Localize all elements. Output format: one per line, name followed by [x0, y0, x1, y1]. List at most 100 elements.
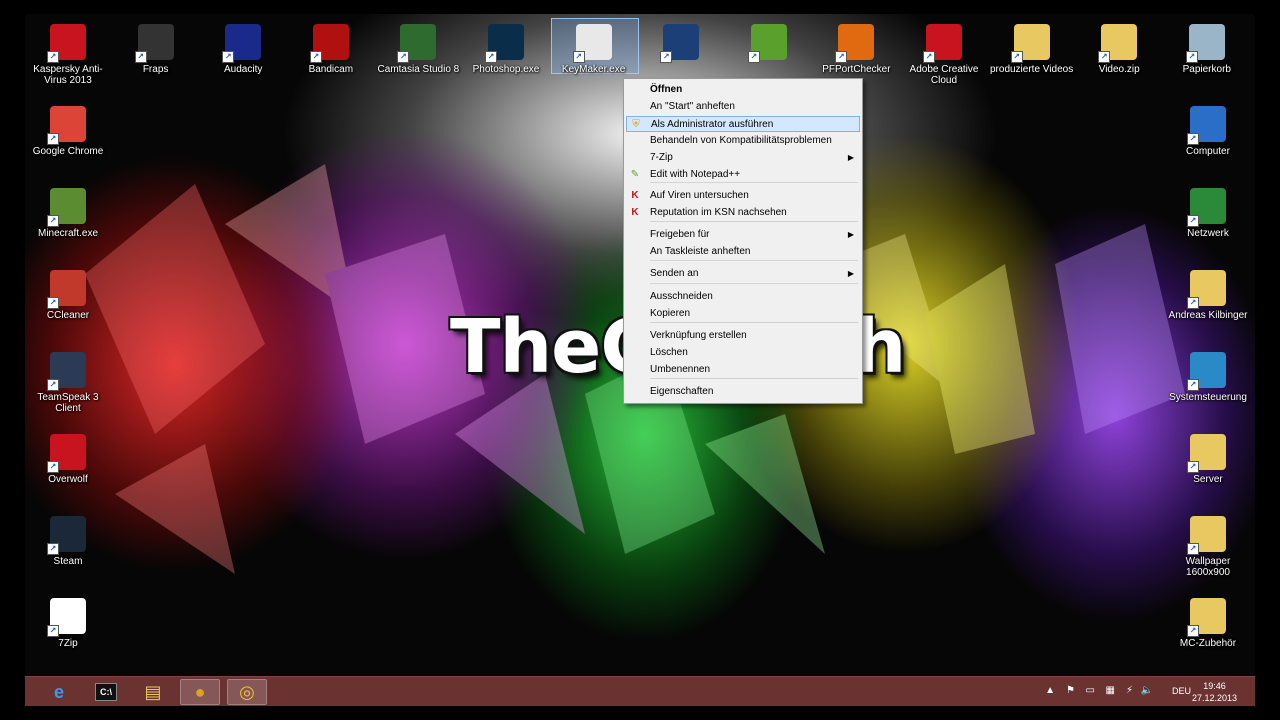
language-indicator[interactable]: DEU: [1172, 686, 1191, 696]
menu-item[interactable]: K Auf Viren untersuchen: [626, 188, 860, 204]
submenu-arrow-icon: ▶: [847, 153, 854, 162]
desktop-icon[interactable]: ↗ PFPortChecker: [813, 18, 899, 75]
menu-item[interactable]: ✎ Edit with Notepad++: [626, 167, 860, 183]
menu-item-label: An "Start" anheften: [650, 101, 735, 112]
menu-item[interactable]: Öffnen: [626, 82, 860, 98]
monitor-icon[interactable]: ▭: [1086, 685, 1095, 696]
desktop-icon[interactable]: ↗ Google Chrome: [25, 100, 111, 157]
desktop-icon-label: 7Zip: [58, 638, 78, 649]
desktop-icon[interactable]: ↗ Video.zip: [1076, 18, 1162, 75]
menu-item[interactable]: Eigenschaften: [626, 384, 860, 400]
desktop-icon[interactable]: ↗ MC-Zubehör: [1165, 592, 1251, 649]
menu-item[interactable]: Kopieren: [626, 306, 860, 322]
show-hidden-icons-icon[interactable]: ▲: [1045, 685, 1055, 696]
ccleaner-icon: ↗: [47, 270, 86, 309]
shortcut-arrow-icon: ↗: [47, 379, 59, 391]
desktop-icon[interactable]: ↗ Fraps: [113, 18, 199, 75]
menu-item[interactable]: Löschen: [626, 345, 860, 361]
green-app-icon: ↗: [747, 24, 787, 63]
desktop-icon[interactable]: ↗: [726, 18, 812, 64]
taskbar-button[interactable]: ▤: [133, 679, 173, 705]
action-center-flag-icon[interactable]: ⚑: [1066, 685, 1075, 696]
shortcut-arrow-icon: ↗: [660, 51, 673, 63]
kaspersky-icon: K: [631, 190, 639, 201]
menu-item[interactable]: 7-Zip ▶: [626, 150, 860, 166]
keymaker-icon: ↗: [572, 24, 612, 63]
menu-item[interactable]: An "Start" anheften: [626, 99, 860, 115]
menu-item-label: An Taskleiste anheften: [650, 246, 751, 257]
menu-item-label: 7-Zip: [650, 152, 673, 163]
folder-icon: ↗: [1187, 516, 1226, 555]
desktop[interactable]: TheC h ↗ Kaspersky Anti-Virus 2013 ↗ Fraps ↗ A…: [25, 14, 1255, 706]
desktop-icon[interactable]: ↗ Andreas Kilbinger: [1165, 264, 1251, 321]
gear-app-icon: ↗: [660, 24, 700, 63]
menu-item[interactable]: Senden an ▶: [626, 266, 860, 282]
shortcut-arrow-icon: ↗: [1185, 51, 1198, 63]
power-icon[interactable]: ⚡: [1126, 685, 1133, 696]
clock[interactable]: 19:46 27.12.2013: [1192, 680, 1237, 704]
7zip-icon: ↗: [47, 598, 86, 637]
menu-item-label: Behandeln von Kompatibilitätsproblemen: [650, 135, 832, 146]
control-panel-icon: ↗: [1187, 352, 1226, 391]
menu-item[interactable]: Freigeben für ▶: [626, 227, 860, 243]
desktop-icon[interactable]: ↗ KeyMaker.exe: [550, 18, 639, 75]
taskbar-button[interactable]: ◎: [227, 679, 267, 705]
desktop-icon[interactable]: ↗ Wallpaper 1600x900: [1165, 510, 1251, 578]
shortcut-arrow-icon: ↗: [1187, 543, 1199, 555]
desktop-icon[interactable]: ↗ 7Zip: [25, 592, 111, 649]
desktop-icon[interactable]: ↗ Overwolf: [25, 428, 111, 485]
desktop-icon[interactable]: ↗ Bandicam: [288, 18, 374, 75]
desktop-icon[interactable]: ↗ Papierkorb: [1164, 18, 1250, 75]
desktop-icon[interactable]: ↗ produzierte Videos: [989, 18, 1075, 75]
menu-item-label: Senden an: [650, 268, 699, 279]
menu-item-label: Eigenschaften: [650, 386, 714, 397]
desktop-icon[interactable]: ↗ CCleaner: [25, 264, 111, 321]
menu-item[interactable]: Behandeln von Kompatibilitätsproblemen: [626, 133, 860, 149]
menu-item[interactable]: K Reputation im KSN nachsehen: [626, 205, 860, 221]
camtasia-icon: ↗: [397, 24, 437, 63]
taskbar-button[interactable]: e: [39, 679, 79, 705]
menu-item[interactable]: ⛨ Als Administrator ausführen: [626, 116, 860, 132]
desktop-icon[interactable]: ↗ Photoshop.exe: [463, 18, 549, 75]
desktop-icon[interactable]: ↗ Audacity: [200, 18, 286, 75]
desktop-icon[interactable]: ↗ TeamSpeak 3 Client: [25, 346, 111, 414]
menu-item[interactable]: An Taskleiste anheften: [626, 244, 860, 260]
desktop-icon-label: Netzwerk: [1187, 228, 1229, 239]
audacity-icon: ↗: [222, 24, 262, 63]
desktop-icon-label: Steam: [53, 556, 83, 567]
menu-item-label: Als Administrator ausführen: [651, 119, 774, 130]
minecraft-icon: ↗: [47, 188, 86, 227]
network-tray-icon[interactable]: ▦: [1106, 685, 1115, 696]
desktop-icon-label: Audacity: [224, 64, 263, 75]
desktop-icon[interactable]: ↗ Systemsteuerung: [1165, 346, 1251, 403]
menu-item[interactable]: Umbenennen: [626, 362, 860, 378]
taskbar-button[interactable]: C:\: [86, 679, 126, 705]
menu-item[interactable]: Verknüpfung erstellen: [626, 328, 860, 344]
computer-icon: ↗: [1187, 106, 1226, 145]
kaspersky-icon: ↗: [47, 24, 86, 63]
menu-item-label: Öffnen: [650, 84, 683, 95]
shortcut-arrow-icon: ↗: [309, 51, 322, 63]
desktop-icon-label: Video.zip: [1098, 64, 1140, 75]
desktop-icon-label: CCleaner: [46, 310, 90, 321]
network-icon: ↗: [1187, 188, 1226, 227]
shortcut-arrow-icon: ↗: [1187, 215, 1199, 227]
volume-icon[interactable]: 🔈: [1141, 685, 1153, 696]
desktop-icon[interactable]: ↗: [638, 18, 724, 64]
creative-cloud-icon: ↗: [923, 24, 962, 63]
desktop-icon[interactable]: ↗ Camtasia Studio 8: [375, 18, 461, 75]
command-prompt-icon: C:\: [95, 683, 117, 701]
taskbar-button[interactable]: ●: [180, 679, 220, 705]
desktop-icon[interactable]: ↗ Netzwerk: [1165, 182, 1251, 239]
desktop-icon-label: PFPortChecker: [822, 64, 891, 75]
desktop-icon[interactable]: ↗ Kaspersky Anti-Virus 2013: [25, 18, 111, 86]
desktop-icon[interactable]: ↗ Computer: [1165, 100, 1251, 157]
desktop-icon[interactable]: ↗ Minecraft.exe: [25, 182, 111, 239]
menu-item[interactable]: Ausschneiden: [626, 289, 860, 305]
desktop-icon[interactable]: ↗ Server: [1165, 428, 1251, 485]
desktop-icon[interactable]: ↗ Steam: [25, 510, 111, 567]
desktop-icon[interactable]: ↗ Adobe Creative Cloud: [901, 18, 987, 86]
desktop-icon-label: Adobe Creative Cloud: [909, 64, 979, 86]
file-explorer-icon: ▤: [144, 681, 162, 702]
photoshop-icon: ↗: [485, 24, 524, 63]
